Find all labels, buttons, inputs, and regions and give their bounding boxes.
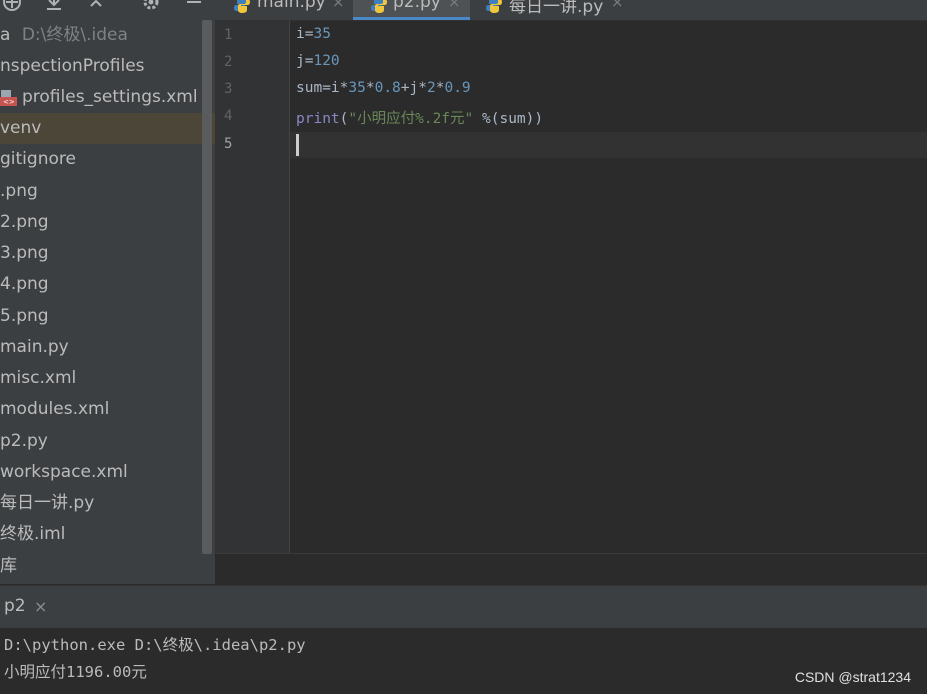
- tree-item-label: gitignore: [0, 149, 76, 169]
- code-line[interactable]: print("小明应付%.2f元" %(sum)): [296, 107, 543, 128]
- watermark: CSDN @strat1234: [794, 669, 911, 685]
- tree-item-label: p2.py: [0, 431, 48, 451]
- line-number: 5: [224, 136, 233, 152]
- tree-item-label: 2.png: [0, 212, 49, 232]
- hide-icon[interactable]: [184, 0, 204, 12]
- code-line[interactable]: j=120: [296, 53, 340, 69]
- line-number-gutter: 1 2 3 4 5: [215, 21, 290, 553]
- current-line-highlight: [290, 132, 927, 158]
- code-editor[interactable]: i=35 j=120 sum=i*35*0.8+j*2*0.9 print("小…: [290, 21, 927, 553]
- editor-bottom-area: [215, 553, 927, 585]
- tree-item-label: 库: [0, 556, 17, 576]
- tree-item-idea-root[interactable]: a D:\终极\.idea: [0, 20, 215, 51]
- project-toolbar: [0, 0, 215, 20]
- tree-item-label: 终极.iml: [0, 524, 66, 544]
- tree-item-label: main.py: [0, 337, 69, 357]
- svg-text:<>: <>: [3, 98, 15, 106]
- close-icon[interactable]: ×: [34, 597, 47, 616]
- tree-item-label: 5.png: [0, 306, 49, 326]
- tree-item-label: 4.png: [0, 274, 49, 294]
- tab-label: p2.py: [393, 0, 441, 12]
- tab-meiri-py[interactable]: 每日一讲.py ×: [471, 0, 631, 20]
- tree-item-inspectionprofiles[interactable]: nspectionProfiles: [0, 51, 215, 82]
- code-line[interactable]: sum=i*35*0.8+j*2*0.9: [296, 80, 471, 96]
- line-number: 2: [224, 54, 233, 70]
- tree-item-label: 每日一讲.py: [0, 493, 95, 513]
- tab-label: 每日一讲.py: [509, 0, 604, 17]
- active-tab-underline: [353, 17, 470, 20]
- tree-item-label: nspectionProfiles: [0, 56, 145, 76]
- code-line[interactable]: i=35: [296, 26, 331, 42]
- tree-item-label: venv: [0, 118, 42, 138]
- tree-item-modules-xml[interactable]: modules.xml: [0, 394, 215, 425]
- tree-item-label: workspace.xml: [0, 462, 128, 482]
- tree-item-label: misc.xml: [0, 368, 77, 388]
- line-number: 4: [224, 108, 233, 124]
- tree-item-p2-py[interactable]: p2.py: [0, 426, 215, 457]
- editor-tab-bar: main.py × p2.py × 每日一讲.py ×: [215, 0, 927, 21]
- run-tab-label[interactable]: p2: [4, 596, 26, 616]
- tree-item-gitignore[interactable]: gitignore: [0, 144, 215, 175]
- tree-item-iml[interactable]: 终极.iml: [0, 519, 215, 550]
- line-number: 3: [224, 81, 233, 97]
- collapse-all-icon[interactable]: [86, 0, 106, 12]
- sidebar-scrollbar[interactable]: [202, 20, 212, 554]
- project-sidebar: a D:\终极\.idea nspectionProfiles <> profi…: [0, 0, 215, 584]
- python-file-icon: [234, 0, 250, 13]
- locate-icon[interactable]: [2, 0, 22, 12]
- line-number: 1: [224, 27, 233, 43]
- tree-item-label: D:\终极\.idea: [21, 25, 128, 45]
- tree-item-workspace-xml[interactable]: workspace.xml: [0, 457, 215, 488]
- tree-item-misc-xml[interactable]: misc.xml: [0, 363, 215, 394]
- python-file-icon: [371, 0, 387, 13]
- tab-main-py[interactable]: main.py ×: [215, 0, 352, 20]
- tree-item-label: modules.xml: [0, 399, 110, 419]
- close-icon[interactable]: ×: [448, 0, 461, 11]
- tree-item-library[interactable]: 库: [0, 551, 215, 582]
- python-file-icon: [486, 0, 502, 13]
- tree-item-venv[interactable]: venv: [0, 113, 215, 144]
- tree-item-main-py[interactable]: main.py: [0, 332, 215, 363]
- tree-item-png-3[interactable]: 3.png: [0, 238, 215, 269]
- tree-item-png-5[interactable]: 5.png: [0, 301, 215, 332]
- close-icon[interactable]: ×: [332, 0, 345, 11]
- run-tool-window-header: p2 ×: [0, 585, 927, 629]
- tree-item-meiri-py[interactable]: 每日一讲.py: [0, 488, 215, 519]
- xml-file-icon: <>: [0, 90, 17, 106]
- close-icon[interactable]: ×: [611, 0, 624, 11]
- tree-item-png-4[interactable]: 4.png: [0, 269, 215, 300]
- gear-icon[interactable]: [141, 0, 161, 12]
- text-caret: [296, 134, 299, 156]
- console-line: D:\python.exe D:\终极\.idea\p2.py: [4, 636, 306, 654]
- tree-item-prefix: a: [0, 25, 11, 45]
- tree-item-label: profiles_settings.xml: [22, 87, 198, 107]
- tab-label: main.py: [257, 0, 326, 12]
- tree-item-profiles-settings[interactable]: <> profiles_settings.xml: [0, 82, 215, 113]
- tree-item-label: .png: [0, 181, 38, 201]
- tree-item-png-2[interactable]: 2.png: [0, 207, 215, 238]
- run-console[interactable]: D:\python.exe D:\终极\.idea\p2.py 小明应付1196…: [0, 628, 927, 694]
- console-line: 小明应付1196.00元: [4, 663, 147, 681]
- expand-all-icon[interactable]: [44, 0, 64, 12]
- tab-p2-py[interactable]: p2.py ×: [353, 0, 470, 20]
- tree-item-png-1[interactable]: .png: [0, 176, 215, 207]
- tree-item-label: 3.png: [0, 243, 49, 263]
